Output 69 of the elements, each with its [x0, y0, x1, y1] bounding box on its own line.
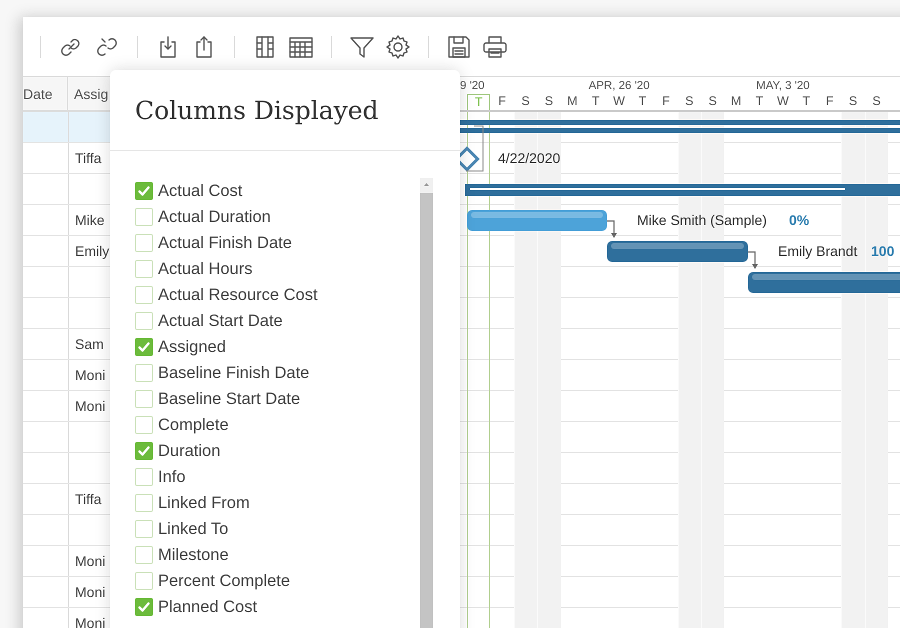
week-label: APR, 26 '20 — [588, 80, 650, 92]
table-cell: Moni — [75, 615, 106, 628]
table-cell: Moni — [75, 553, 106, 569]
column-option[interactable]: Milestone — [135, 542, 420, 568]
task-bar[interactable] — [607, 241, 748, 262]
column-option[interactable]: Percent Complete — [135, 568, 420, 594]
checkbox[interactable] — [135, 338, 153, 356]
scrollbar[interactable] — [420, 178, 433, 628]
table-cell: Moni — [75, 398, 106, 414]
checkbox[interactable] — [135, 442, 153, 460]
day-label: S — [871, 94, 882, 110]
column-option[interactable]: Baseline Start Date — [135, 386, 420, 412]
column-option[interactable]: Linked To — [135, 516, 420, 542]
assignee-label: Emily Brandt — [778, 242, 858, 261]
column-option[interactable]: Complete — [135, 412, 420, 438]
milestone-date: 4/22/2020 — [498, 149, 560, 168]
day-label: M — [730, 94, 742, 110]
column-option[interactable]: Actual Resource Cost — [135, 282, 420, 308]
settings-icon[interactable] — [384, 32, 412, 60]
column-option[interactable]: Linked From — [135, 490, 420, 516]
percent-label: 100 — [871, 242, 894, 261]
table-cell: Mike — [75, 212, 105, 228]
column-option[interactable]: Planned Cost — [135, 594, 420, 620]
percent-label: 0% — [789, 211, 810, 230]
day-label: F — [497, 94, 507, 110]
checkbox[interactable] — [135, 182, 153, 200]
day-label: W — [776, 94, 790, 110]
week-label: MAY, 3 '20 — [756, 80, 810, 92]
column-option[interactable]: Actual Finish Date — [135, 230, 420, 256]
table-cell: Tiffa — [75, 150, 102, 166]
task-bar[interactable] — [467, 210, 607, 231]
day-label: T — [467, 94, 490, 110]
day-label: S — [544, 94, 554, 110]
summary-bar[interactable] — [460, 120, 900, 133]
day-label: T — [638, 94, 648, 110]
column-header[interactable]: Date — [23, 77, 68, 110]
column-option[interactable]: Actual Start Date — [135, 308, 420, 334]
summary-bar[interactable] — [465, 184, 900, 196]
day-label: S — [708, 94, 718, 110]
day-label: T — [590, 94, 601, 110]
day-label: F — [661, 94, 671, 110]
panel-title: Columns Displayed — [135, 95, 379, 127]
day-label: F — [824, 94, 835, 110]
day-label: T — [801, 94, 812, 110]
assignee-label: Mike Smith (Sample) — [637, 211, 767, 230]
column-option[interactable]: Actual Hours — [135, 256, 420, 282]
column-option[interactable]: Info — [135, 464, 420, 490]
day-label: S — [848, 94, 858, 110]
table-cell: Emily — [75, 243, 110, 259]
day-label: M — [566, 94, 578, 110]
week-label: 9 '20 — [460, 80, 485, 92]
table-cell: Moni — [75, 367, 106, 383]
column-option[interactable]: Baseline Finish Date — [135, 360, 420, 386]
table-cell: Moni — [75, 584, 106, 600]
column-option[interactable]: Assigned — [135, 334, 420, 360]
column-option[interactable]: Actual Cost — [135, 178, 420, 204]
connector-arrow — [748, 251, 758, 269]
column-header[interactable]: Assig — [68, 77, 110, 110]
column-option[interactable]: Duration — [135, 438, 420, 464]
table-cell: Sam — [75, 336, 104, 352]
day-label: S — [520, 94, 531, 110]
table-cell: Tiffa — [75, 491, 102, 507]
day-label: S — [684, 94, 694, 110]
day-label: T — [754, 94, 764, 110]
connector-arrow — [607, 220, 617, 238]
task-bar[interactable] — [748, 272, 900, 293]
checkbox[interactable] — [135, 598, 153, 616]
column-option[interactable]: Actual Duration — [135, 204, 420, 230]
day-label: W — [612, 94, 626, 110]
